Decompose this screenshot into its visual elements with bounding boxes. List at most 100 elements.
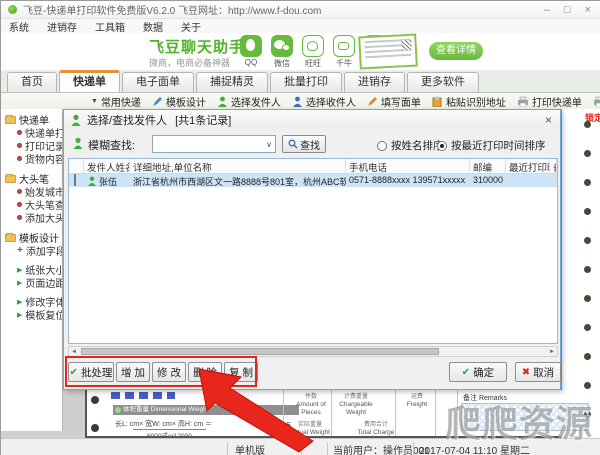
maximize-button[interactable]: □: [564, 1, 571, 19]
fuzzy-search-label: 模糊查找:: [88, 140, 136, 152]
magnifier-icon: [288, 139, 298, 149]
banner-title: 飞豆聊天助手: [149, 39, 246, 56]
tab-express-sheet[interactable]: 快递单: [59, 70, 120, 92]
bullet-icon: [17, 143, 22, 148]
dialog-titlebar[interactable]: 选择/查找发件人 [共1条记录] ×: [64, 110, 560, 130]
header-phone: 手机电话: [346, 159, 470, 173]
wangwang-label: 旺旺: [305, 59, 321, 68]
main-area: 快递单 快递单打 打印记录 货物内容 大头笔 始发城市 大头笔查 添加大头 模板…: [1, 109, 600, 453]
toolbar-fill-sheet[interactable]: 填写面单: [367, 94, 421, 109]
menu-system[interactable]: 系统: [9, 19, 29, 34]
ok-button[interactable]: ✔ 确定: [449, 362, 507, 382]
tab-inventory[interactable]: 进销存: [344, 72, 405, 92]
sidebar-item-goods[interactable]: 货物内容: [5, 152, 62, 166]
freight-label: 运费 Freight: [406, 394, 428, 409]
toolbar-print-sheet[interactable]: 打印快递单: [517, 94, 582, 109]
scroll-right-icon[interactable]: ►: [547, 349, 557, 355]
printer-icon: [517, 96, 528, 107]
menu-data[interactable]: 数据: [143, 19, 163, 34]
menu-inventory[interactable]: 进销存: [47, 19, 77, 34]
tab-more-software[interactable]: 更多软件: [407, 72, 479, 92]
folder-icon: [5, 114, 16, 124]
bullet-icon: [17, 156, 22, 161]
person-icon: [88, 176, 96, 186]
sidebar-item-add-marker[interactable]: 添加大头: [5, 211, 62, 225]
header-address: 详细地址,单位名称: [130, 159, 346, 173]
cell-note: [550, 174, 557, 187]
banner-details-button[interactable]: 查看详情: [429, 42, 483, 60]
bullet-icon: [17, 189, 22, 194]
person-icon: [73, 137, 83, 149]
tab-home[interactable]: 首页: [7, 72, 57, 92]
banner-subtitle: 微商，电商必备神器: [149, 58, 231, 68]
express-toolbar: ▼ 常用快递 模板设计 选择发件人 选择收件人 填写面单 粘贴识别地址 打印快递单…: [1, 93, 600, 109]
header-note: 备注: [550, 159, 557, 173]
header-name: 发件人姓名: [84, 159, 130, 173]
tab-e-sheet[interactable]: 电子面单: [122, 72, 194, 92]
window-title: 飞豆-快递单打印软件免费版V6.2.0 飞豆网址：http://www.f-do…: [23, 6, 322, 17]
clipped-blue-text: [111, 392, 175, 399]
clipboard-icon: [432, 96, 442, 107]
toolbar-common-express[interactable]: ▼ 常用快递: [91, 94, 141, 109]
sort-by-name-radio[interactable]: 按姓名排序: [377, 138, 444, 153]
select-sender-dialog: 选择/查找发件人 [共1条记录] × 模糊查找: ∨ 查找 按姓名排序 按最近打…: [63, 109, 561, 390]
sidebar-item-template-reset[interactable]: ▶ 模板复位: [5, 308, 62, 322]
minimize-button[interactable]: –: [544, 1, 550, 19]
qq-label: QQ: [244, 58, 258, 67]
scroll-left-icon[interactable]: ◄: [69, 349, 79, 355]
wechat-icon: [271, 35, 293, 57]
toolbar-select-receiver[interactable]: 选择收件人: [292, 94, 356, 109]
table-header-row: 发件人姓名 详细地址,单位名称 手机电话 邮编 最近打印时间 备注: [69, 159, 557, 174]
cell-last-print: [506, 174, 550, 187]
cell-zip: 310000: [473, 175, 504, 185]
scrollbar-thumb[interactable]: [81, 348, 439, 355]
cell-phone: 0571-8888xxxx 139571xxxxx: [349, 175, 466, 185]
sender-table: 发件人姓名 详细地址,单位名称 手机电话 邮编 最近打印时间 备注 张伍 浙江省…: [68, 158, 558, 344]
combobox-dropdown-icon[interactable]: ∨: [266, 140, 272, 149]
search-row: 模糊查找: ∨ 查找 按姓名排序 按最近打印时间排序: [64, 132, 560, 156]
header-zip: 邮编: [470, 159, 506, 173]
chargeable-weight-label: 计费重量 Chargeable Weight: [339, 394, 373, 416]
app-window: 飞豆-快递单打印软件免费版V6.2.0 飞豆网址：http://www.f-do…: [0, 0, 600, 455]
qq-icon: [240, 35, 262, 57]
cancel-button[interactable]: ✖ 取消: [515, 362, 561, 382]
bullet-icon: [17, 130, 22, 135]
dialog-title: 选择/查找发件人: [87, 115, 168, 127]
red-arrow-annotation: [198, 368, 314, 453]
dialog-record-count: [共1条记录]: [175, 115, 232, 127]
row-checkbox[interactable]: [74, 174, 76, 186]
close-button[interactable]: ×: [585, 1, 591, 19]
toolbar-select-sender[interactable]: 选择发件人: [217, 94, 281, 109]
toolbar-template-design[interactable]: 模板设计: [152, 94, 206, 109]
menu-toolbox[interactable]: 工具箱: [95, 19, 125, 34]
dialog-close-icon[interactable]: ×: [545, 113, 552, 127]
dropdown-arrow-icon: ▼: [91, 97, 98, 105]
app-logo-icon: [8, 5, 17, 14]
wechat-label: 微信: [274, 59, 290, 68]
bullet-icon: [17, 202, 22, 207]
triangle-icon: ▶: [17, 266, 23, 274]
current-user-label: 当前用户：操作员001: [333, 446, 430, 455]
punch-holes: [584, 121, 591, 440]
sort-by-time-radio[interactable]: 按最近打印时间排序: [437, 138, 546, 153]
label-printer-icon: [593, 96, 600, 107]
bullet-icon: [17, 215, 22, 220]
ad-banner: 飞豆聊天助手 微商，电商必备神器 QQ 微信 旺旺 千牛 Sskype 查看详情: [1, 33, 600, 71]
find-button[interactable]: 查找: [282, 135, 326, 153]
waybill-form-right: 锁定: [561, 109, 600, 438]
banner-screenshot-thumbnail: [358, 33, 418, 70]
search-combobox[interactable]: ∨: [152, 135, 276, 153]
check-icon: ✔: [461, 366, 471, 378]
sidebar-item-add-field[interactable]: + 添加字段: [5, 244, 62, 258]
template-pencil-icon: [152, 96, 162, 106]
tab-capture[interactable]: 捕捉精灵: [196, 72, 268, 92]
radio-selected-icon: [437, 140, 447, 151]
table-row[interactable]: 张伍 浙江省杭州市西湖区文一路8888号801室，杭州ABC软件有限公司 057…: [69, 174, 557, 187]
window-titlebar: 飞豆-快递单打印软件免费版V6.2.0 飞豆网址：http://www.f-do…: [1, 1, 600, 19]
toolbar-ship-label[interactable]: 发货标签: [593, 94, 600, 109]
sidebar-item-page-margin[interactable]: ▶ 页面边距: [5, 276, 62, 290]
toolbar-paste-address[interactable]: 粘贴识别地址: [432, 94, 506, 109]
menu-about[interactable]: 关于: [181, 19, 201, 34]
sender-person-icon: [217, 96, 227, 107]
tab-batch-print[interactable]: 批量打印: [270, 72, 342, 92]
